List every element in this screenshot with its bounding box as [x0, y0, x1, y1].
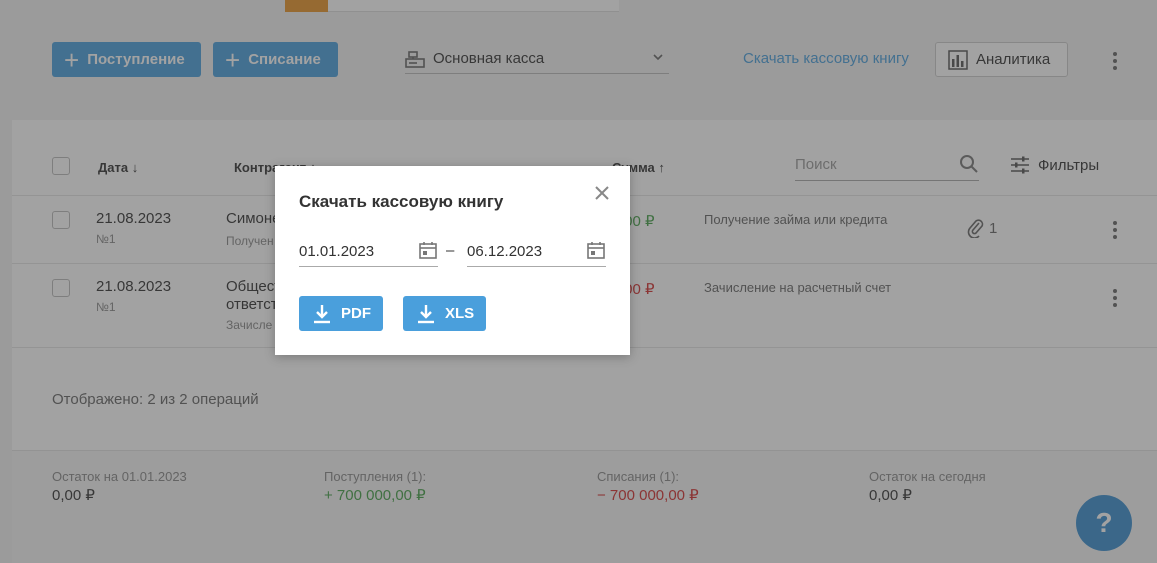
- calendar-icon[interactable]: [586, 240, 606, 260]
- date-from-field: [299, 238, 438, 267]
- download-icon: [314, 304, 330, 323]
- calendar-icon[interactable]: [418, 240, 438, 260]
- download-icon: [418, 304, 434, 323]
- dialog-title: Скачать кассовую книгу: [299, 192, 504, 211]
- close-icon[interactable]: [593, 184, 611, 202]
- date-range-dash: –: [446, 242, 455, 259]
- download-cash-book-dialog: Скачать кассовую книгу – PDF: [275, 166, 630, 355]
- download-xls-button[interactable]: XLS: [403, 296, 486, 331]
- download-xls-label: XLS: [445, 305, 475, 322]
- download-pdf-button[interactable]: PDF: [299, 296, 383, 331]
- download-pdf-label: PDF: [341, 305, 371, 322]
- date-from-input[interactable]: [299, 238, 409, 264]
- date-to-input[interactable]: [467, 238, 577, 264]
- date-to-field: [467, 238, 606, 267]
